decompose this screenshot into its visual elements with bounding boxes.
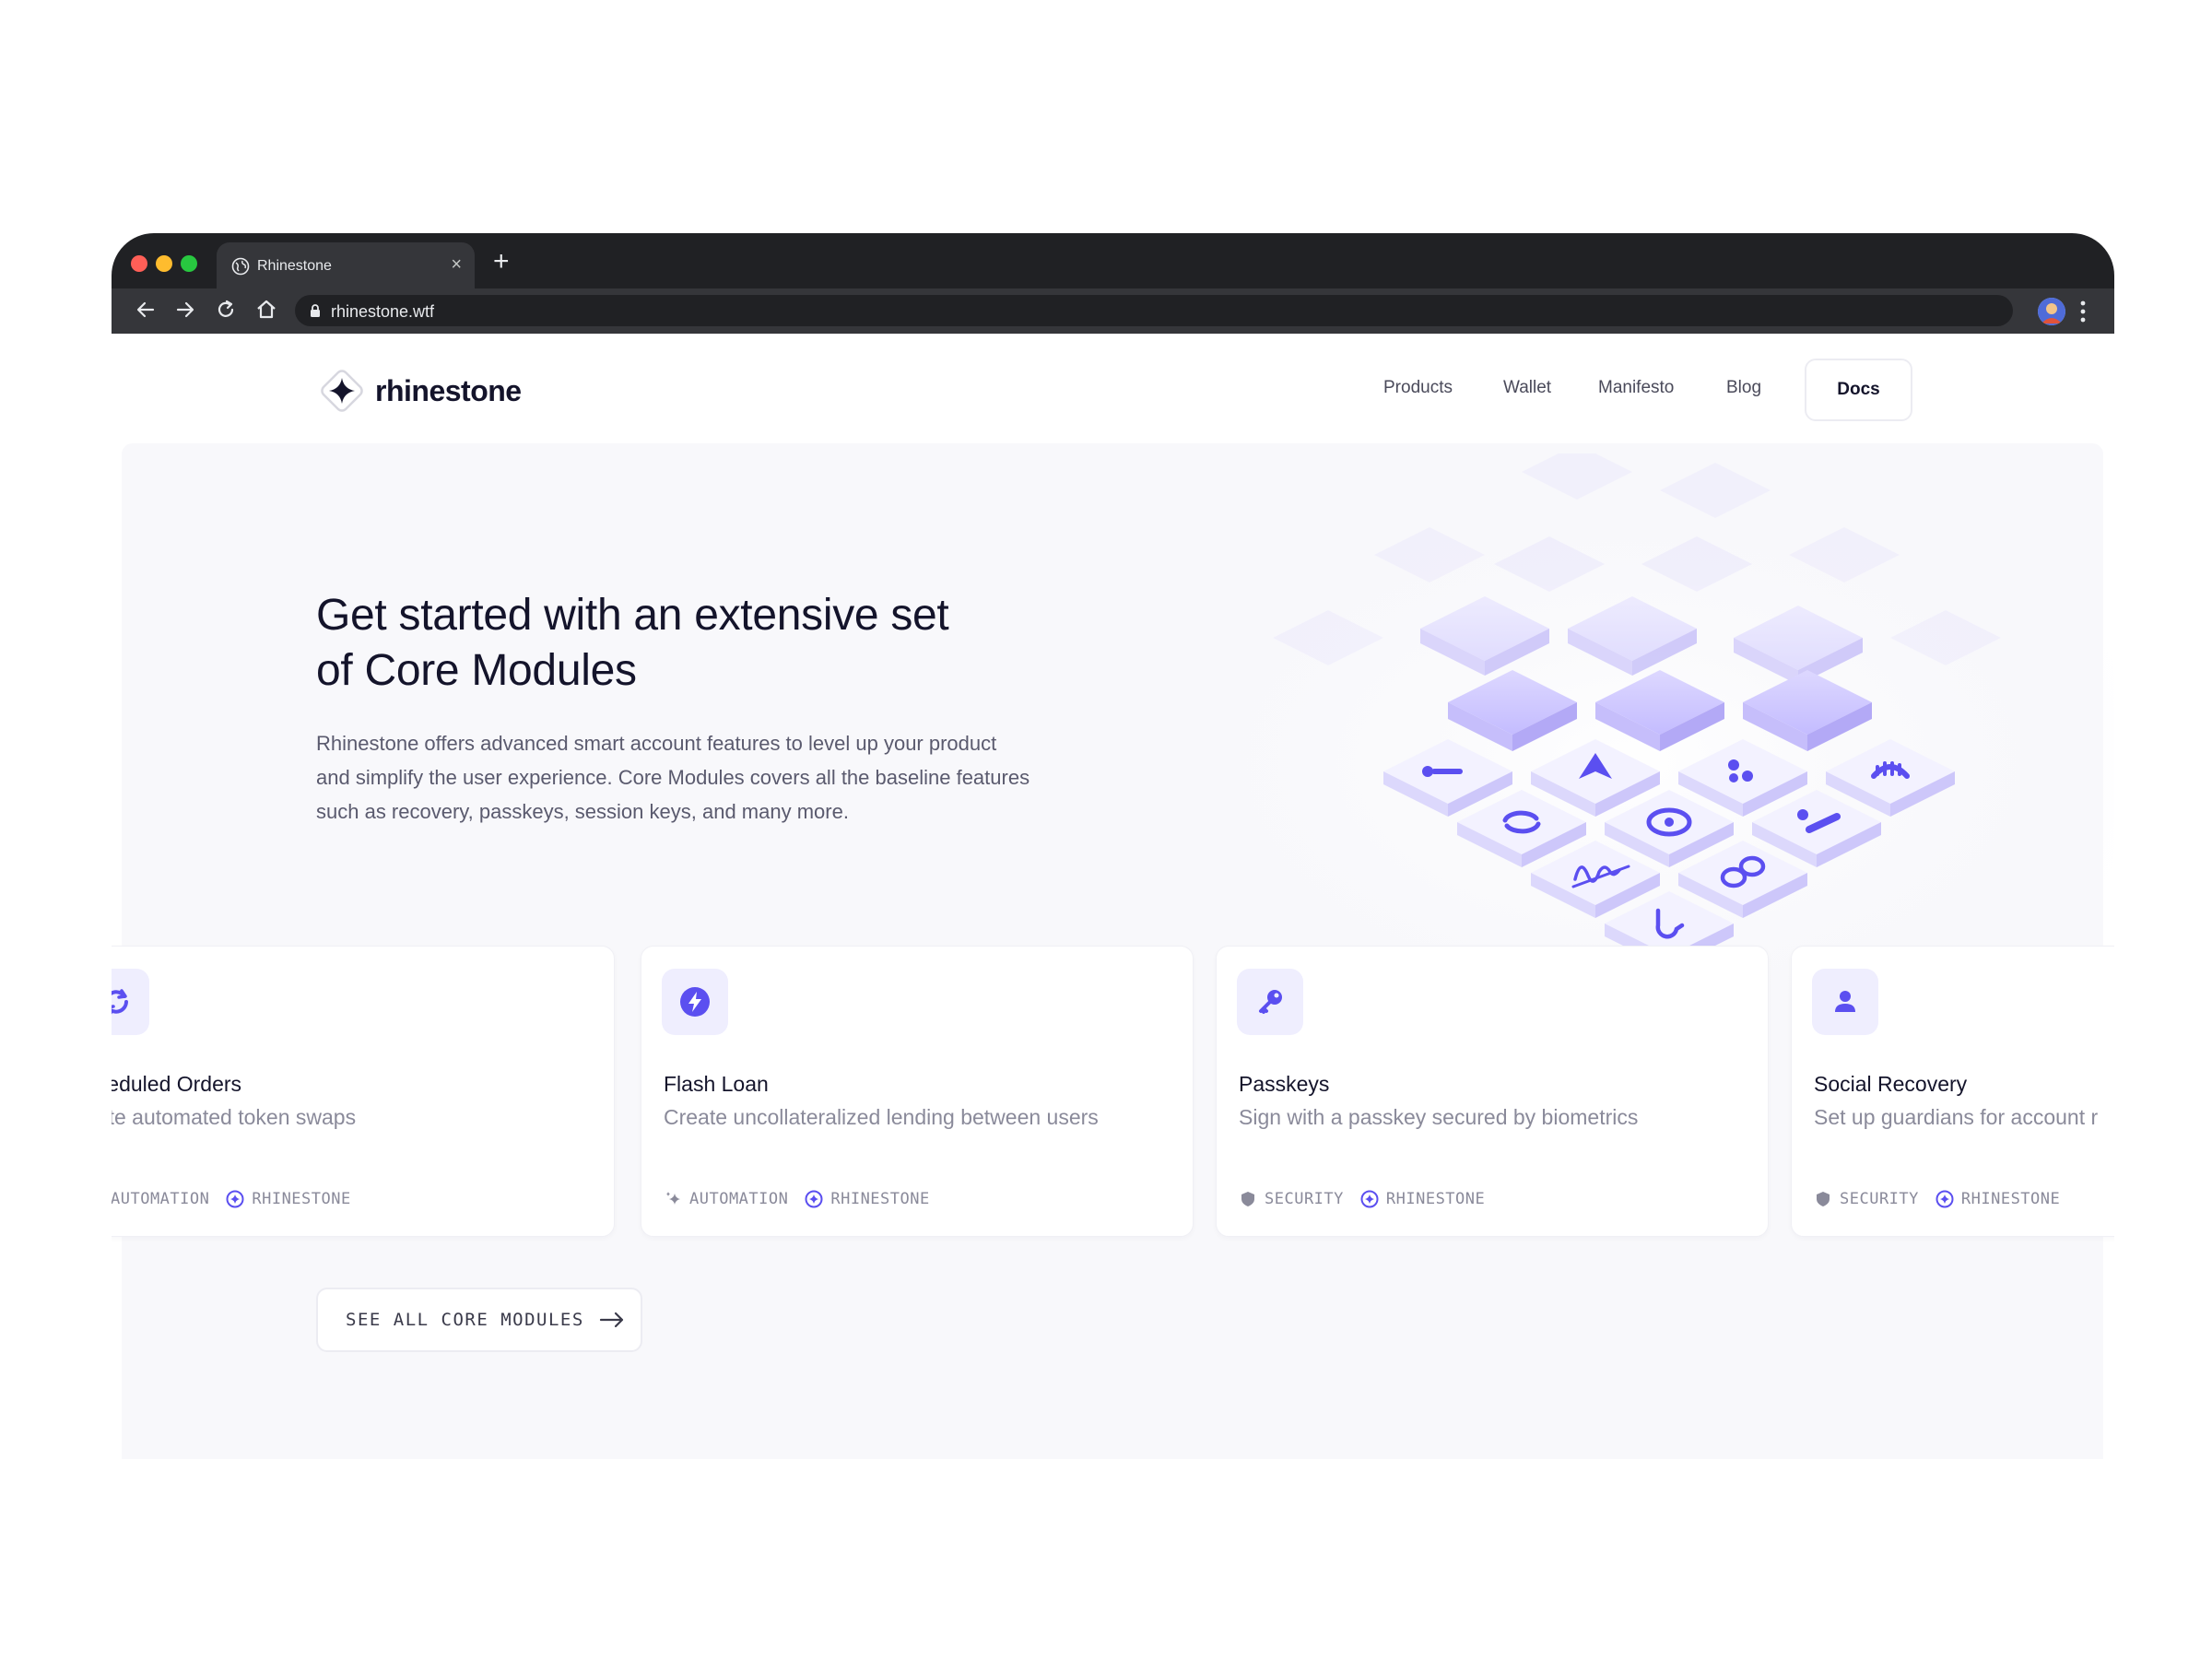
- card-icon-wrapper: [1812, 969, 1878, 1035]
- tag-security: SECURITY: [1239, 1190, 1344, 1208]
- reload-icon[interactable]: [214, 298, 238, 322]
- lock-icon: [311, 304, 320, 317]
- nav-manifesto[interactable]: Manifesto: [1598, 378, 1674, 398]
- site-logo[interactable]: rhinestone: [318, 365, 522, 417]
- browser-toolbar: rhinestone.wtf: [112, 288, 2114, 334]
- see-all-label: SEE ALL CORE MODULES: [346, 1310, 584, 1330]
- tag-automation: AUTOMATION: [664, 1190, 788, 1208]
- tag-label: AUTOMATION: [689, 1190, 789, 1208]
- globe-icon: [231, 257, 250, 276]
- forward-arrow-icon[interactable]: [173, 298, 197, 322]
- front-tiles: [1448, 670, 1872, 751]
- avatar-icon: [2038, 298, 2065, 325]
- more-vert-icon[interactable]: [2078, 298, 2088, 325]
- tag-label: AUTOMATION: [112, 1190, 210, 1208]
- refresh-icon: [112, 989, 128, 1015]
- card-subtitle: Set up guardians for account r: [1814, 1105, 2099, 1129]
- tag-rhinestone: RHINESTONE: [805, 1190, 929, 1208]
- card-icon-wrapper: [112, 969, 149, 1035]
- tag-rhinestone: RHINESTONE: [226, 1190, 350, 1208]
- close-window-button[interactable]: [131, 255, 147, 272]
- module-cards-carousel: cheduled Orders eate automated token swa…: [112, 946, 2114, 1241]
- hero-title-line2: of Core Modules: [316, 646, 637, 695]
- web-page: rhinestone Products Wallet Manifesto Blo…: [112, 334, 2114, 1459]
- tag-label: SECURITY: [1265, 1190, 1344, 1208]
- modules-illustration: [1144, 453, 2114, 1016]
- key-icon: [1259, 990, 1282, 1014]
- nav-products[interactable]: Products: [1383, 378, 1453, 398]
- hero-desc-line3: such as recovery, passkeys, session keys…: [316, 800, 849, 823]
- lightning-icon: [680, 987, 710, 1017]
- module-card-social-recovery[interactable]: Social Recovery Set up guardians for acc…: [1791, 946, 2114, 1237]
- tag-rhinestone: RHINESTONE: [1360, 1190, 1485, 1208]
- hero-desc-line2: and simplify the user experience. Core M…: [316, 766, 1030, 789]
- tag-label: SECURITY: [1840, 1190, 1919, 1208]
- module-card-passkeys[interactable]: Passkeys Sign with a passkey secured by …: [1216, 946, 1769, 1237]
- card-title: cheduled Orders: [112, 1072, 242, 1096]
- card-tags: AUTOMATION RHINESTONE: [112, 1190, 368, 1208]
- tag-label: RHINESTONE: [830, 1190, 930, 1208]
- rhinestone-badge-icon: [805, 1190, 823, 1208]
- browser-tab[interactable]: Rhinestone ×: [217, 242, 475, 288]
- tag-security: SECURITY: [1814, 1190, 1919, 1208]
- card-tags: SECURITY RHINESTONE: [1239, 1190, 1501, 1208]
- arrow-right-icon: [599, 1312, 623, 1328]
- tab-title: Rhinestone: [257, 258, 332, 274]
- hero-desc-line1: Rhinestone offers advanced smart account…: [316, 732, 997, 755]
- user-icon: [1835, 991, 1855, 1012]
- url-text: rhinestone.wtf: [331, 302, 435, 321]
- rhinestone-badge-icon: [1360, 1190, 1379, 1208]
- back-arrow-icon[interactable]: [134, 298, 158, 322]
- see-all-core-modules-button[interactable]: SEE ALL CORE MODULES: [316, 1288, 642, 1352]
- module-card-flash-loan[interactable]: Flash Loan Create uncollateralized lendi…: [641, 946, 1194, 1237]
- card-subtitle: eate automated token swaps: [112, 1105, 357, 1129]
- home-icon[interactable]: [254, 298, 278, 322]
- minimize-window-button[interactable]: [156, 255, 172, 272]
- browser-titlebar: Rhinestone × + rhinestone.wtf: [112, 233, 2114, 334]
- profile-avatar[interactable]: [2038, 298, 2065, 325]
- maximize-window-button[interactable]: [181, 255, 197, 272]
- card-subtitle: Create uncollateralized lending between …: [664, 1105, 1099, 1129]
- card-title: Flash Loan: [664, 1072, 769, 1096]
- logo-text: rhinestone: [375, 373, 522, 407]
- new-tab-button[interactable]: +: [493, 248, 510, 276]
- card-tags: AUTOMATION RHINESTONE: [664, 1190, 947, 1208]
- nav-wallet[interactable]: Wallet: [1503, 378, 1551, 398]
- tag-automation: AUTOMATION: [112, 1190, 209, 1208]
- card-tags: SECURITY RHINESTONE: [1814, 1190, 2077, 1208]
- shield-icon: [1817, 1192, 1830, 1206]
- hero-description: Rhinestone offers advanced smart account…: [316, 726, 1164, 829]
- tab-close-icon[interactable]: ×: [451, 253, 462, 276]
- card-subtitle: Sign with a passkey secured by biometric…: [1239, 1105, 1639, 1129]
- docs-button[interactable]: Docs: [1805, 359, 1912, 421]
- tag-label: RHINESTONE: [1385, 1190, 1486, 1208]
- shield-icon: [1241, 1192, 1254, 1206]
- address-bar[interactable]: rhinestone.wtf: [295, 295, 2013, 326]
- tag-label: RHINESTONE: [1960, 1190, 2061, 1208]
- tag-label: RHINESTONE: [252, 1190, 351, 1208]
- module-card-scheduled-orders[interactable]: cheduled Orders eate automated token swa…: [112, 946, 615, 1237]
- browser-window: Rhinestone × + rhinestone.wtf rhinestone…: [112, 233, 2114, 1459]
- card-icon-wrapper: [1237, 969, 1303, 1035]
- hero-title: Get started with an extensive set of Cor…: [316, 588, 1146, 699]
- rhinestone-logo-icon: [321, 370, 363, 412]
- hero-title-line1: Get started with an extensive set: [316, 591, 949, 640]
- card-title: Social Recovery: [1814, 1072, 1968, 1096]
- sparkle-icon: [666, 1192, 680, 1205]
- rhinestone-badge-icon: [226, 1190, 244, 1208]
- tag-rhinestone: RHINESTONE: [1936, 1190, 2060, 1208]
- rhinestone-badge-icon: [1936, 1190, 1954, 1208]
- card-title: Passkeys: [1239, 1072, 1330, 1096]
- card-icon-wrapper: [662, 969, 728, 1035]
- nav-blog[interactable]: Blog: [1726, 378, 1761, 398]
